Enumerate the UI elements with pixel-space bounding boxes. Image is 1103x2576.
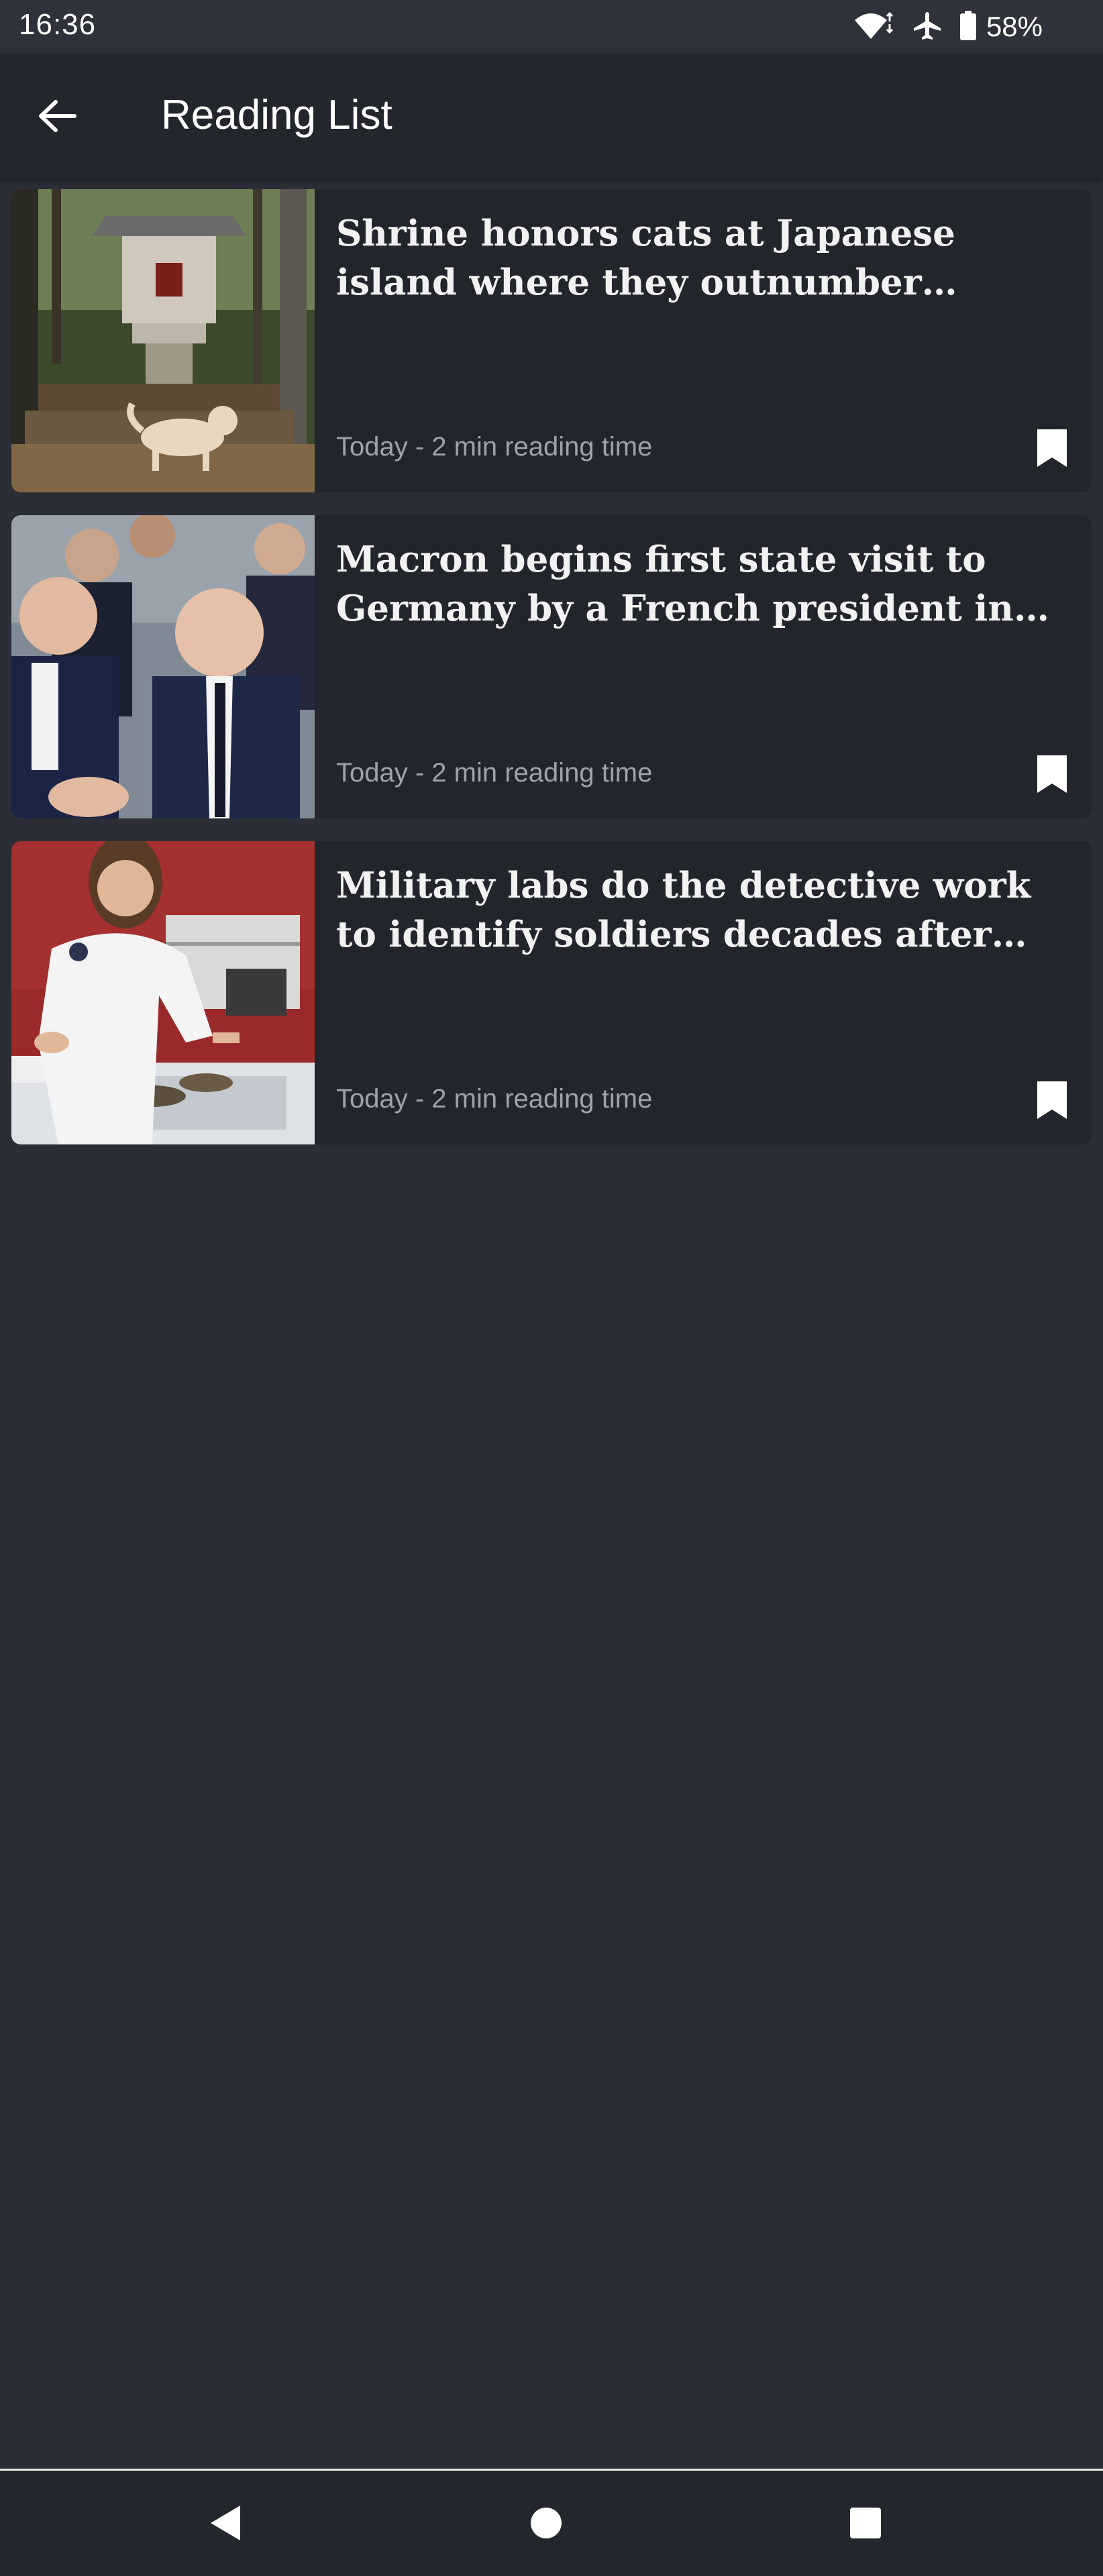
arrow-back-icon: [37, 98, 77, 138]
back-button[interactable]: [27, 87, 87, 148]
nav-back-button[interactable]: [198, 2498, 252, 2551]
bookmark-icon: [1036, 754, 1068, 798]
battery-icon: [959, 10, 977, 44]
airplane-icon: [912, 11, 942, 44]
bookmark-button[interactable]: [1029, 750, 1075, 801]
page-title: Reading List: [161, 92, 392, 138]
article-thumbnail: [11, 515, 315, 818]
recents-square-icon: [849, 2506, 882, 2543]
article-thumbnail: [11, 189, 315, 492]
status-time: 16:36: [19, 8, 97, 41]
article-card[interactable]: Military labs do the detective work to i…: [11, 841, 1092, 1144]
article-card[interactable]: Macron begins first state visit to Germa…: [11, 515, 1092, 818]
article-title: Macron begins first state visit to Germa…: [336, 539, 1014, 629]
status-icons: 58%: [853, 8, 1043, 46]
bookmark-button[interactable]: [1029, 424, 1075, 475]
app-bar: Reading List: [0, 54, 1103, 178]
article-thumbnail: [11, 841, 315, 1144]
nav-home-button[interactable]: [519, 2498, 573, 2551]
article-meta: Today - 2 min reading time: [336, 758, 653, 788]
status-bar: 16:36 58%: [0, 0, 1103, 54]
bookmark-icon: [1036, 1080, 1068, 1124]
article-meta: Today - 2 min reading time: [336, 432, 653, 462]
battery-percent: 58%: [986, 11, 1043, 42]
article-title: Military labs do the detective work to i…: [336, 865, 1031, 955]
system-nav-bar: [0, 2469, 1103, 2576]
back-triangle-icon: [208, 2504, 242, 2545]
reading-list: Shrine honors cats at Japanese island wh…: [11, 189, 1092, 1167]
home-circle-icon: [529, 2506, 563, 2543]
article-card[interactable]: Shrine honors cats at Japanese island wh…: [11, 189, 1092, 492]
bookmark-button[interactable]: [1029, 1076, 1075, 1127]
article-meta: Today - 2 min reading time: [336, 1084, 653, 1114]
article-title: Shrine honors cats at Japanese island wh…: [336, 213, 955, 303]
nav-recents-button[interactable]: [839, 2498, 892, 2551]
bookmark-icon: [1036, 428, 1068, 472]
wifi-icon: [853, 11, 895, 44]
